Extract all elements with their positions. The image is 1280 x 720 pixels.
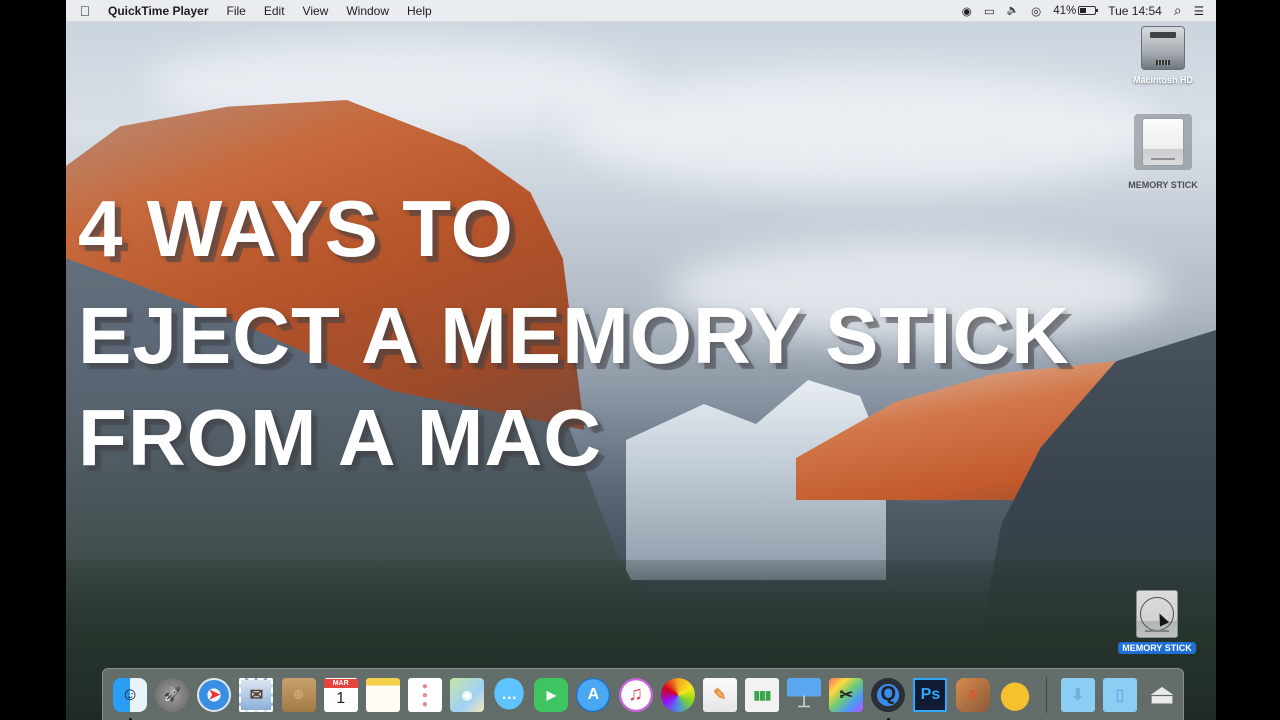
maps-icon: ◉: [450, 677, 485, 712]
dock-finder[interactable]: ☺: [111, 675, 149, 720]
dock-photos[interactable]: [659, 675, 697, 715]
dock-hype[interactable]: 5: [954, 675, 992, 715]
safari-icon: ➤: [197, 677, 232, 712]
battery-status[interactable]: 41%: [1053, 4, 1099, 17]
dragged-memory-stick-icon[interactable]: MEMORY STICK: [1112, 590, 1202, 656]
dock-safari[interactable]: ➤: [195, 675, 233, 715]
dock-separator: [1045, 676, 1047, 713]
pages-icon: ✎: [702, 677, 737, 712]
launchpad-icon: 🚀: [155, 677, 190, 712]
app-menu[interactable]: QuickTime Player: [104, 0, 218, 21]
calendar-day: 1: [336, 690, 346, 707]
contacts-icon: ☻: [281, 677, 316, 712]
dock-eject[interactable]: ⏏: [1143, 675, 1181, 715]
dock-app-store[interactable]: A: [574, 675, 612, 715]
desktop-icon-label: MEMORY STICK: [1118, 642, 1196, 654]
quicktime-icon: Q: [871, 677, 906, 712]
menu-window[interactable]: Window: [337, 0, 398, 21]
battery-icon: [1078, 6, 1099, 15]
battery-percent: 41%: [1053, 4, 1077, 17]
external-drive-icon: [1142, 118, 1184, 166]
dock-quicktime-player[interactable]: Q: [869, 675, 907, 720]
notification-center-icon[interactable]: ☰: [1194, 4, 1204, 18]
itunes-icon: ♫: [618, 677, 653, 712]
cyberduck-icon: [997, 677, 1032, 712]
eject-icon: ⏏: [1149, 679, 1175, 709]
final-cut-pro-icon: ✂: [829, 677, 864, 712]
documents-folder-icon: ▯: [1102, 677, 1137, 712]
dock-numbers[interactable]: ▮▮▮: [743, 675, 781, 715]
messages-icon: …: [492, 677, 527, 712]
dock-contacts[interactable]: ☻: [280, 675, 318, 715]
notes-icon: [365, 677, 400, 712]
spotlight-icon[interactable]: ⌕: [1174, 2, 1182, 19]
dock-messages[interactable]: …: [490, 675, 528, 715]
desktop-icon-label: Macintosh HD: [1132, 75, 1193, 85]
menu-edit[interactable]: Edit: [255, 0, 294, 21]
volume-icon[interactable]: 🔈: [1007, 5, 1019, 16]
dock: ☺ 🚀 ➤ ✉ ☻ MAR 1 ●●● ◉ … ▶ A ♫ ✎ ▮▮▮ ⊥ ✂ …: [102, 668, 1184, 720]
dock-final-cut-pro[interactable]: ✂: [827, 675, 865, 715]
dock-downloads-stack[interactable]: ⬇: [1059, 675, 1097, 715]
mail-icon: ✉: [239, 677, 274, 712]
calendar-month: MAR: [323, 679, 358, 688]
dock-calendar[interactable]: MAR 1: [322, 675, 360, 715]
desktop-icon-label: MEMORY STICK: [1124, 179, 1202, 191]
wallpaper-cloud: [566, 70, 1166, 190]
title-line-1: 4 WAYS TO: [78, 184, 514, 273]
dock-mail[interactable]: ✉: [237, 675, 275, 715]
photos-icon: [660, 677, 695, 712]
menu-help[interactable]: Help: [398, 0, 441, 21]
desktop-icon-macintosh-hd[interactable]: Macintosh HD: [1118, 26, 1208, 88]
dock-pages[interactable]: ✎: [701, 675, 739, 715]
dock-maps[interactable]: ◉: [448, 675, 486, 715]
facetime-icon: ▶: [534, 677, 569, 712]
finder-icon: ☺: [113, 677, 148, 712]
hard-drive-icon: [1141, 26, 1185, 70]
menu-bar:  QuickTime Player File Edit View Window…: [66, 0, 1216, 22]
wifi-icon[interactable]: ◎: [1031, 4, 1041, 18]
dock-photoshop[interactable]: Ps: [911, 675, 949, 715]
desktop:  QuickTime Player File Edit View Window…: [66, 0, 1216, 720]
clock[interactable]: Tue 14:54: [1108, 4, 1162, 18]
calendar-icon: MAR 1: [323, 677, 358, 712]
downloads-folder-icon: ⬇: [1060, 677, 1095, 712]
airplay-icon[interactable]: ▭: [984, 4, 995, 18]
keynote-icon: ⊥: [787, 677, 822, 712]
photoshop-icon: Ps: [913, 677, 948, 712]
dock-documents-stack[interactable]: ▯: [1101, 675, 1139, 715]
apple-menu-icon[interactable]: : [66, 3, 104, 19]
title-line-2: EJECT A MEMORY STICK: [78, 291, 1070, 380]
title-line-3: FROM A MAC: [78, 393, 602, 482]
numbers-icon: ▮▮▮: [744, 677, 779, 712]
hype-icon: 5: [955, 677, 990, 712]
screen-record-icon[interactable]: ◉: [962, 4, 972, 18]
dock-itunes[interactable]: ♫: [617, 675, 655, 715]
app-store-icon: A: [576, 677, 611, 712]
dock-notes[interactable]: [364, 675, 402, 715]
menu-view[interactable]: View: [294, 0, 338, 21]
external-drive-icon: [1136, 590, 1178, 638]
dock-facetime[interactable]: ▶: [532, 675, 570, 715]
desktop-icon-memory-stick[interactable]: MEMORY STICK: [1118, 114, 1208, 193]
dock-cyberduck[interactable]: [996, 675, 1034, 715]
dock-reminders[interactable]: ●●●: [406, 675, 444, 715]
menu-file[interactable]: File: [218, 0, 255, 21]
dock-launchpad[interactable]: 🚀: [153, 675, 191, 715]
icon-selection-highlight: [1134, 114, 1192, 170]
reminders-icon: ●●●: [407, 677, 442, 712]
dock-keynote[interactable]: ⊥: [785, 675, 823, 715]
